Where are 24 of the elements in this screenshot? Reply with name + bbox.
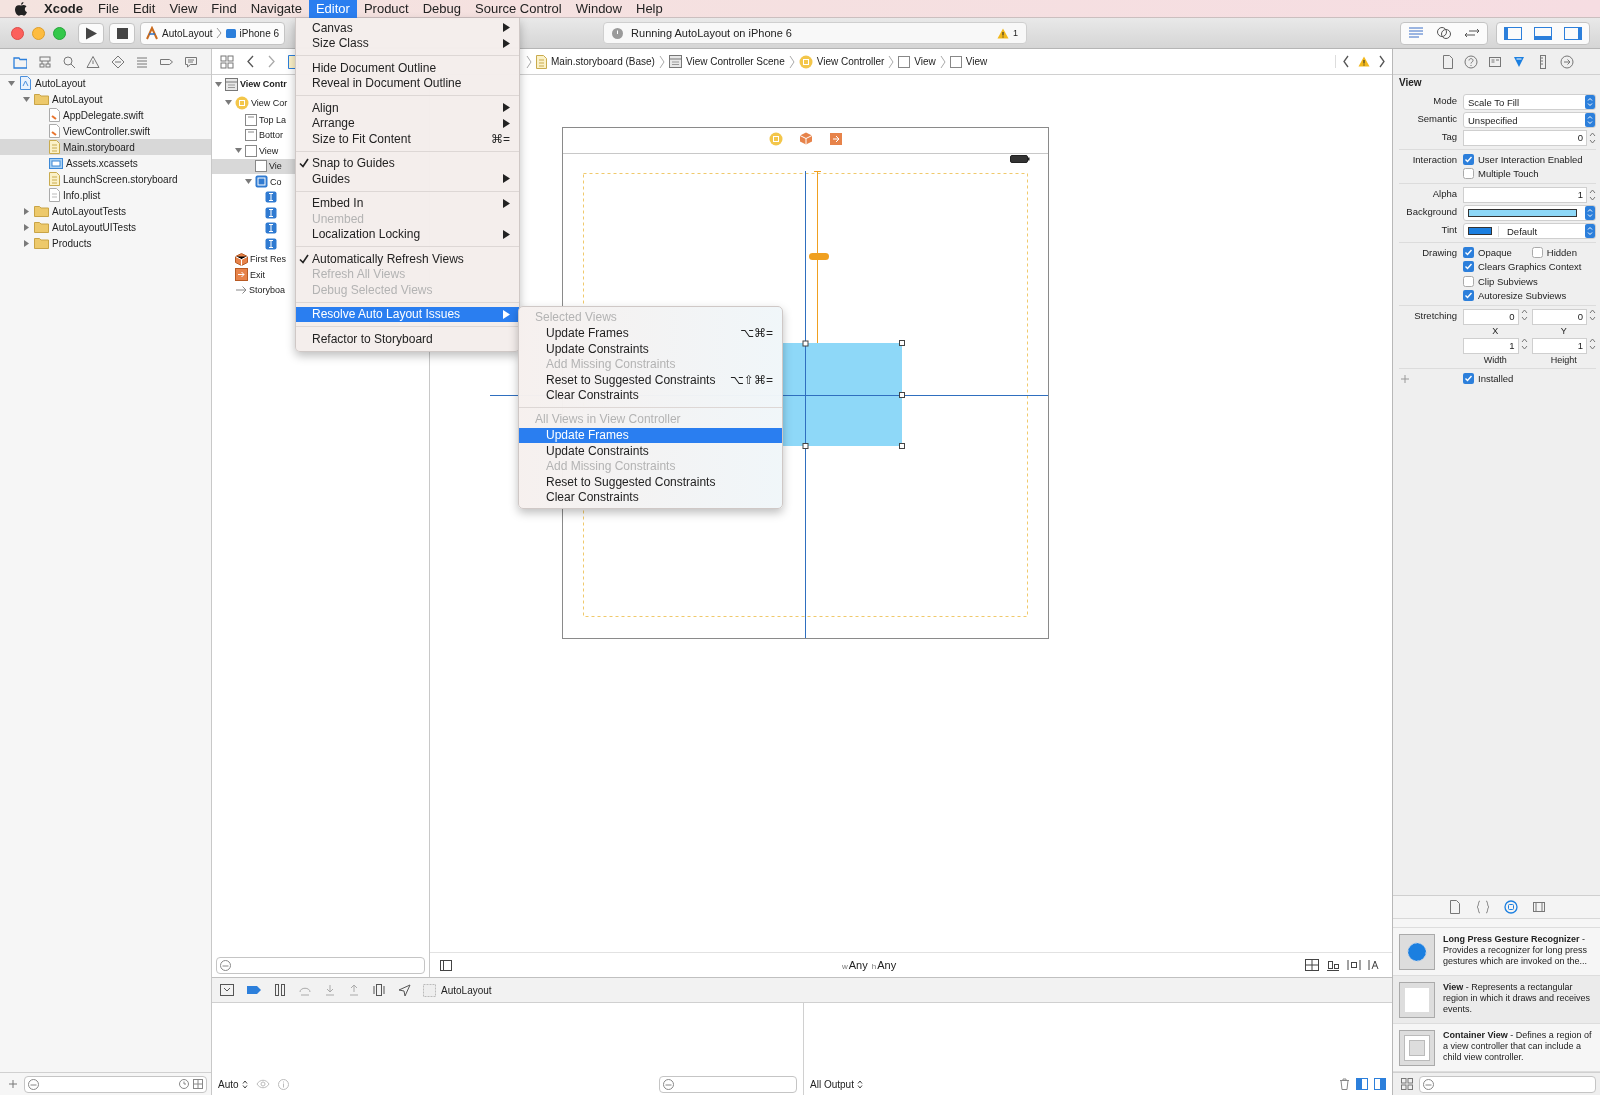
field-label: Stretching [1413, 309, 1457, 323]
item-description: Long Press Gesture Recognizer - Provides a recognizer for long press gestures which are invoked on the... [1443, 934, 1589, 968]
field-label: Background [1405, 205, 1457, 219]
field-label: Mode [1432, 94, 1457, 108]
keyboard-shortcut: ⌘= [491, 131, 510, 146]
field-label: Tag [1440, 130, 1457, 144]
field-label: Semantic [1416, 112, 1457, 126]
item-description: View - Represents a rectangular region in which it draws and receives events. [1443, 982, 1592, 1016]
field-caption: Width [1483, 355, 1507, 366]
activity-status: Running AutoLayout on iPhone 6 [631, 27, 793, 39]
section-title: View [1399, 77, 1423, 90]
field-label: Tint [1440, 223, 1457, 237]
field-caption: X [1492, 326, 1499, 337]
field-label: Interaction [1411, 153, 1457, 167]
field-label: Alpha [1431, 187, 1457, 201]
process-name: AutoLayout [441, 984, 492, 996]
field-caption: Y [1560, 326, 1567, 337]
menu-section-header: Selected Views [534, 310, 618, 326]
item-description: Container View - Defines a region of a view controller that can include a child view controller. [1443, 1030, 1593, 1064]
keyboard-shortcut: ⌥⇧⌘= [730, 372, 773, 387]
field-label: Drawing [1421, 246, 1457, 260]
field-caption: Height [1550, 355, 1577, 366]
menu-section-header: All Views in View Controller [534, 412, 682, 428]
keyboard-shortcut: ⌥⌘= [740, 326, 773, 341]
